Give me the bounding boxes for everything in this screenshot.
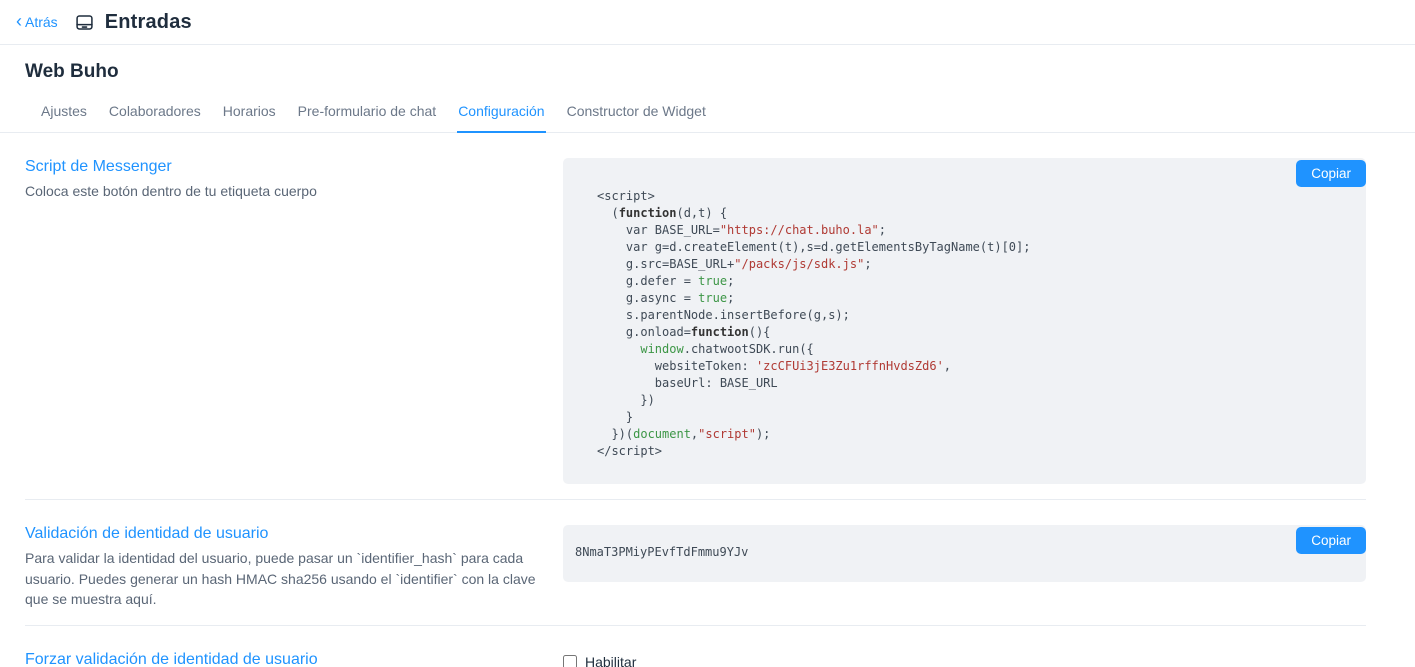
enable-checkbox[interactable]: [563, 655, 577, 667]
messenger-script-title: Script de Messenger: [25, 158, 540, 176]
enable-checkbox-row[interactable]: Habilitar: [563, 654, 1366, 667]
identity-validation-title: Validación de identidad de usuario: [25, 525, 540, 543]
page-title: Entradas: [105, 11, 192, 34]
tabs-bar: Ajustes Colaboradores Horarios Pre-formu…: [0, 93, 1415, 133]
inbox-icon: [75, 13, 94, 32]
hmac-token-value: 8NmaT3PMiyPEvfTdFmmu9YJv: [575, 545, 748, 559]
hmac-token-box: 8NmaT3PMiyPEvfTdFmmu9YJv Copiar: [563, 525, 1366, 582]
inbox-name: Web Buho: [25, 61, 1366, 83]
tab-horarios[interactable]: Horarios: [222, 93, 277, 133]
enforce-validation-title: Forzar validación de identidad de usuari…: [25, 651, 540, 667]
tab-pre-formulario-de-chat[interactable]: Pre-formulario de chat: [297, 93, 438, 133]
copy-script-button[interactable]: Copiar: [1296, 160, 1366, 187]
tab-configuracion[interactable]: Configuración: [457, 93, 545, 133]
main-content: Web Buho Ajustes Colaboradores Horarios …: [0, 61, 1415, 667]
section-messenger-script: Script de Messenger Coloca este botón de…: [25, 133, 1366, 500]
top-header: ‹ Atrás Entradas: [0, 0, 1415, 45]
messenger-script-box: <script> (function(d,t) { var BASE_URL="…: [563, 158, 1366, 484]
identity-validation-description: Para validar la identidad del usuario, p…: [25, 548, 540, 610]
tab-constructor-de-widget[interactable]: Constructor de Widget: [566, 93, 707, 133]
messenger-script-description: Coloca este botón dentro de tu etiqueta …: [25, 181, 540, 202]
back-button[interactable]: ‹ Atrás: [16, 14, 58, 30]
code-block: <script> (function(d,t) { var BASE_URL="…: [597, 188, 1332, 460]
copy-token-button[interactable]: Copiar: [1296, 527, 1366, 554]
chevron-left-icon: ‹: [16, 12, 22, 30]
tab-colaboradores[interactable]: Colaboradores: [108, 93, 202, 133]
enable-checkbox-label: Habilitar: [585, 654, 636, 667]
section-identity-validation: Validación de identidad de usuario Para …: [25, 500, 1366, 626]
tab-ajustes[interactable]: Ajustes: [40, 93, 88, 133]
section-enforce-identity-validation: Forzar validación de identidad de usuari…: [25, 626, 1366, 667]
back-label: Atrás: [25, 14, 58, 30]
